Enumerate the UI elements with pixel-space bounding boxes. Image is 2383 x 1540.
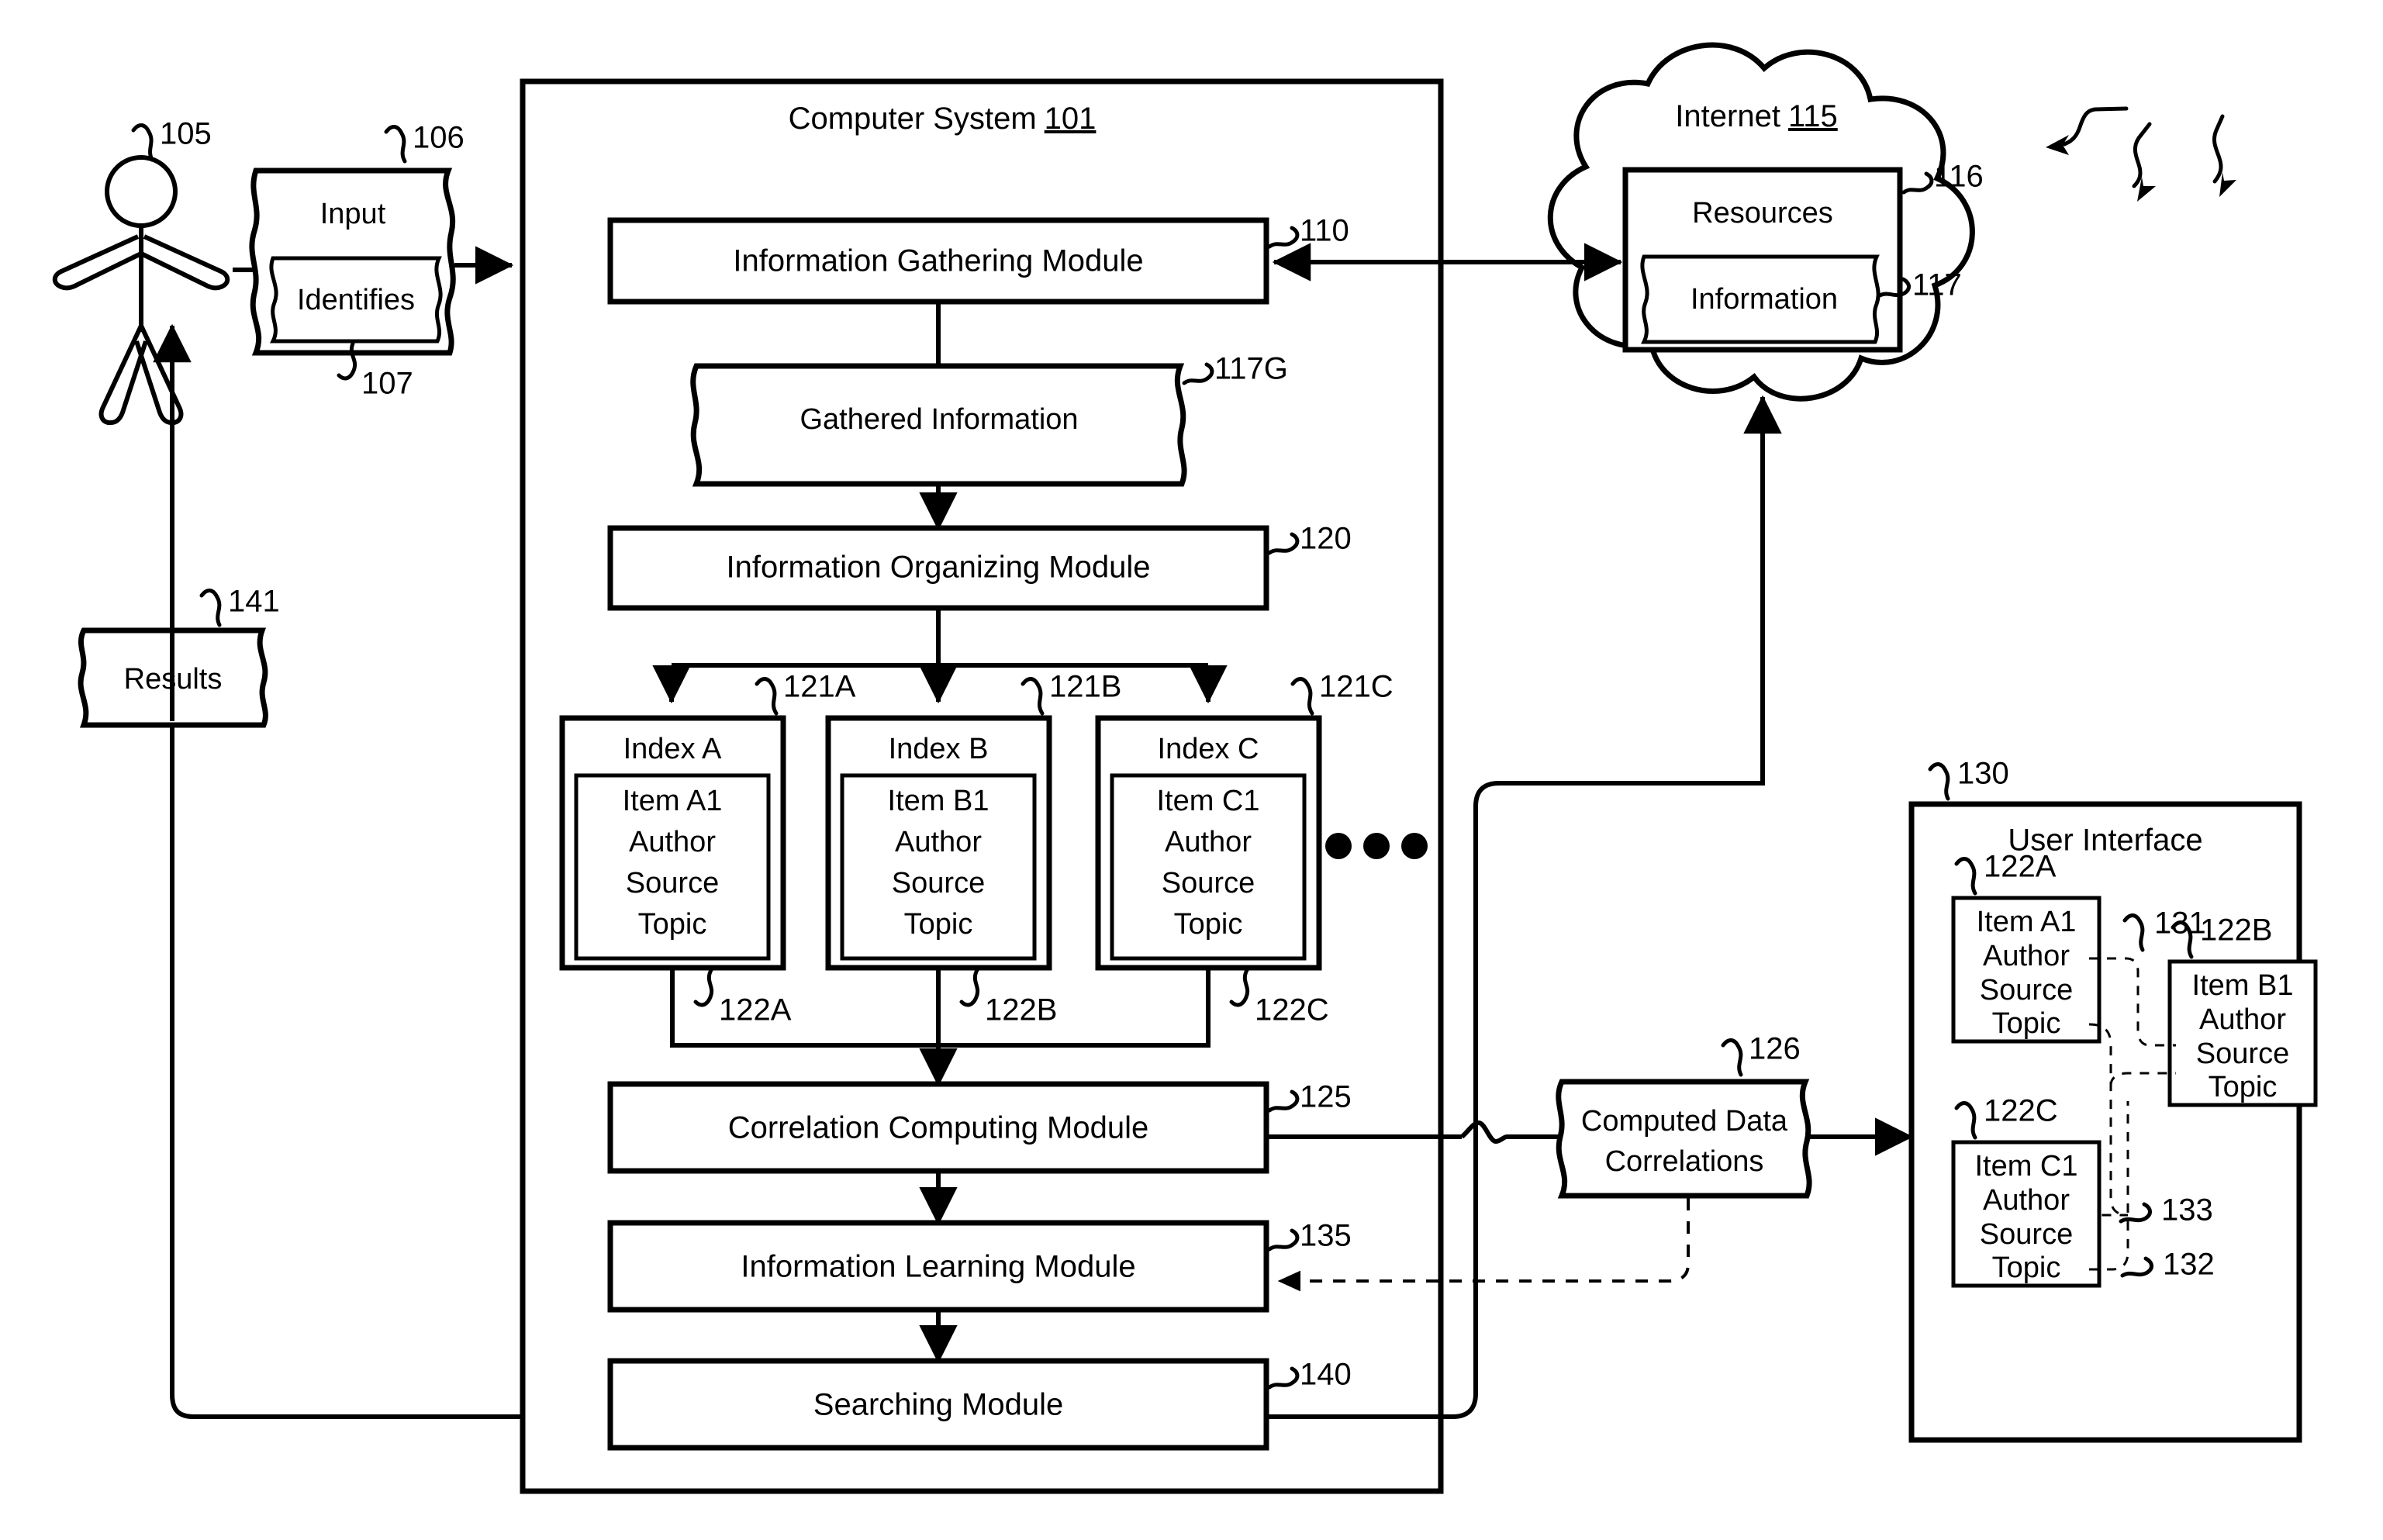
ui-item-c-line-1: Author xyxy=(1983,1184,2070,1217)
computed-correlations-line2: Correlations xyxy=(1605,1145,1764,1178)
ui-item-a-line-2: Source xyxy=(1980,974,2073,1007)
internet-title: Internet 115 xyxy=(1675,99,1837,133)
computed-data-correlations-document: Computed Data Correlations 126 xyxy=(1556,1032,1812,1199)
ref-125: 125 xyxy=(1300,1080,1352,1114)
index-b-item-line-0: Item B1 xyxy=(888,785,989,817)
ref-121B: 121B xyxy=(1049,670,1121,704)
resources-label: Resources xyxy=(1692,197,1833,230)
ui-item-b-line-1: Author xyxy=(2199,1003,2286,1036)
index-a-item-line-0: Item A1 xyxy=(623,785,723,817)
results-document: Results 141 xyxy=(78,585,280,728)
internet-cloud: Internet 115 Resources 116 Information 11… xyxy=(1547,42,1984,402)
information-label: Information xyxy=(1691,283,1838,316)
module-label-125: Correlation Computing Module xyxy=(728,1111,1149,1145)
ref-122C: 122C xyxy=(1255,993,1329,1027)
module-label-135: Information Learning Module xyxy=(741,1250,1135,1284)
ref-106: 106 xyxy=(413,121,465,155)
ui-item-b-line-0: Item B1 xyxy=(2192,969,2294,1002)
index-a-item-line-1: Author xyxy=(629,826,716,858)
ui-item-a-line-1: Author xyxy=(1983,940,2070,972)
ref-107: 107 xyxy=(361,367,413,401)
module-label-140: Searching Module xyxy=(813,1388,1063,1422)
ref-120: 120 xyxy=(1300,522,1352,556)
ui-item-c-line-0: Item C1 xyxy=(1974,1150,2077,1183)
ref-105: 105 xyxy=(160,117,212,151)
ui-item-b-line-3: Topic xyxy=(2209,1071,2278,1103)
ref-110: 110 xyxy=(1300,214,1349,248)
index-c-item-line-0: Item C1 xyxy=(1156,785,1259,817)
ui-item-c-line-2: Source xyxy=(1980,1218,2073,1251)
module-information-organizing[interactable]: Information Organizing Module 120 xyxy=(607,522,1352,611)
ref-132: 132 xyxy=(2163,1248,2215,1282)
index-a-item-line-2: Source xyxy=(626,867,719,899)
index-b-item-line-3: Topic xyxy=(904,908,973,941)
ref-121A: 121A xyxy=(783,670,856,704)
ref-126: 126 xyxy=(1749,1032,1801,1066)
ref-140: 140 xyxy=(1300,1358,1352,1392)
ref-133: 133 xyxy=(2161,1193,2213,1228)
module-label-110: Information Gathering Module xyxy=(733,244,1143,278)
ref-121C: 121C xyxy=(1319,670,1394,704)
figure-number-group xyxy=(2046,106,2236,202)
index-b-item-line-2: Source xyxy=(892,867,985,899)
ref-117G: 117G xyxy=(1214,352,1288,386)
module-searching[interactable]: Searching Module 140 xyxy=(607,1358,1352,1451)
index-c-item-line-2: Source xyxy=(1162,867,1255,899)
index-a-item-line-3: Topic xyxy=(638,908,707,941)
ref-ui-122B: 122B xyxy=(2200,913,2272,948)
index-a-title: Index A xyxy=(623,733,722,765)
ref-122B: 122B xyxy=(985,993,1057,1027)
ui-item-a-line-0: Item A1 xyxy=(1977,906,2077,938)
ui-item-c-line-3: Topic xyxy=(1992,1252,2061,1284)
ref-130: 130 xyxy=(1957,757,2009,791)
ref-ui-122A: 122A xyxy=(1984,850,2057,884)
ref-135: 135 xyxy=(1300,1219,1352,1253)
module-correlation-computing[interactable]: Correlation Computing Module 125 xyxy=(607,1080,1352,1174)
index-b-title: Index B xyxy=(889,733,989,765)
input-document: Input Identifies 106 107 xyxy=(249,121,465,401)
computed-correlations-line1: Computed Data xyxy=(1581,1105,1788,1138)
index-c-item-line-1: Author xyxy=(1165,826,1252,858)
ref-122A: 122A xyxy=(719,993,792,1027)
input-title: Input xyxy=(320,198,386,230)
index-c-item-line-3: Topic xyxy=(1174,908,1243,941)
module-information-gathering[interactable]: Information Gathering Module 110 xyxy=(607,214,1349,305)
ref-ui-122C: 122C xyxy=(1984,1094,2058,1128)
ref-117: 117 xyxy=(1912,268,1962,302)
patent-figure-root: 105 Input Identifies 106 107 Results 141 xyxy=(0,0,2383,1540)
identifies-label: Identifies xyxy=(297,284,415,316)
ref-131: 131 xyxy=(2154,906,2206,941)
user-interface-panel: User Interface 130 Item A1 Author Source… xyxy=(1908,757,2318,1443)
module-label-120: Information Organizing Module xyxy=(727,551,1151,585)
index-b-item-line-1: Author xyxy=(895,826,982,858)
gathered-information-label: Gathered Information xyxy=(800,403,1078,436)
computer-system-title: Computer System 101 xyxy=(789,102,1097,136)
ref-116: 116 xyxy=(1934,160,1984,194)
user-stick-figure: 105 xyxy=(52,117,230,426)
module-information-learning[interactable]: Information Learning Module 135 xyxy=(607,1219,1352,1313)
ui-item-a-line-3: Topic xyxy=(1992,1007,2061,1040)
ref-141: 141 xyxy=(228,585,280,619)
ui-item-b-line-2: Source xyxy=(2196,1038,2289,1070)
index-ellipsis xyxy=(1325,833,1428,859)
index-c-title: Index C xyxy=(1158,733,1259,765)
